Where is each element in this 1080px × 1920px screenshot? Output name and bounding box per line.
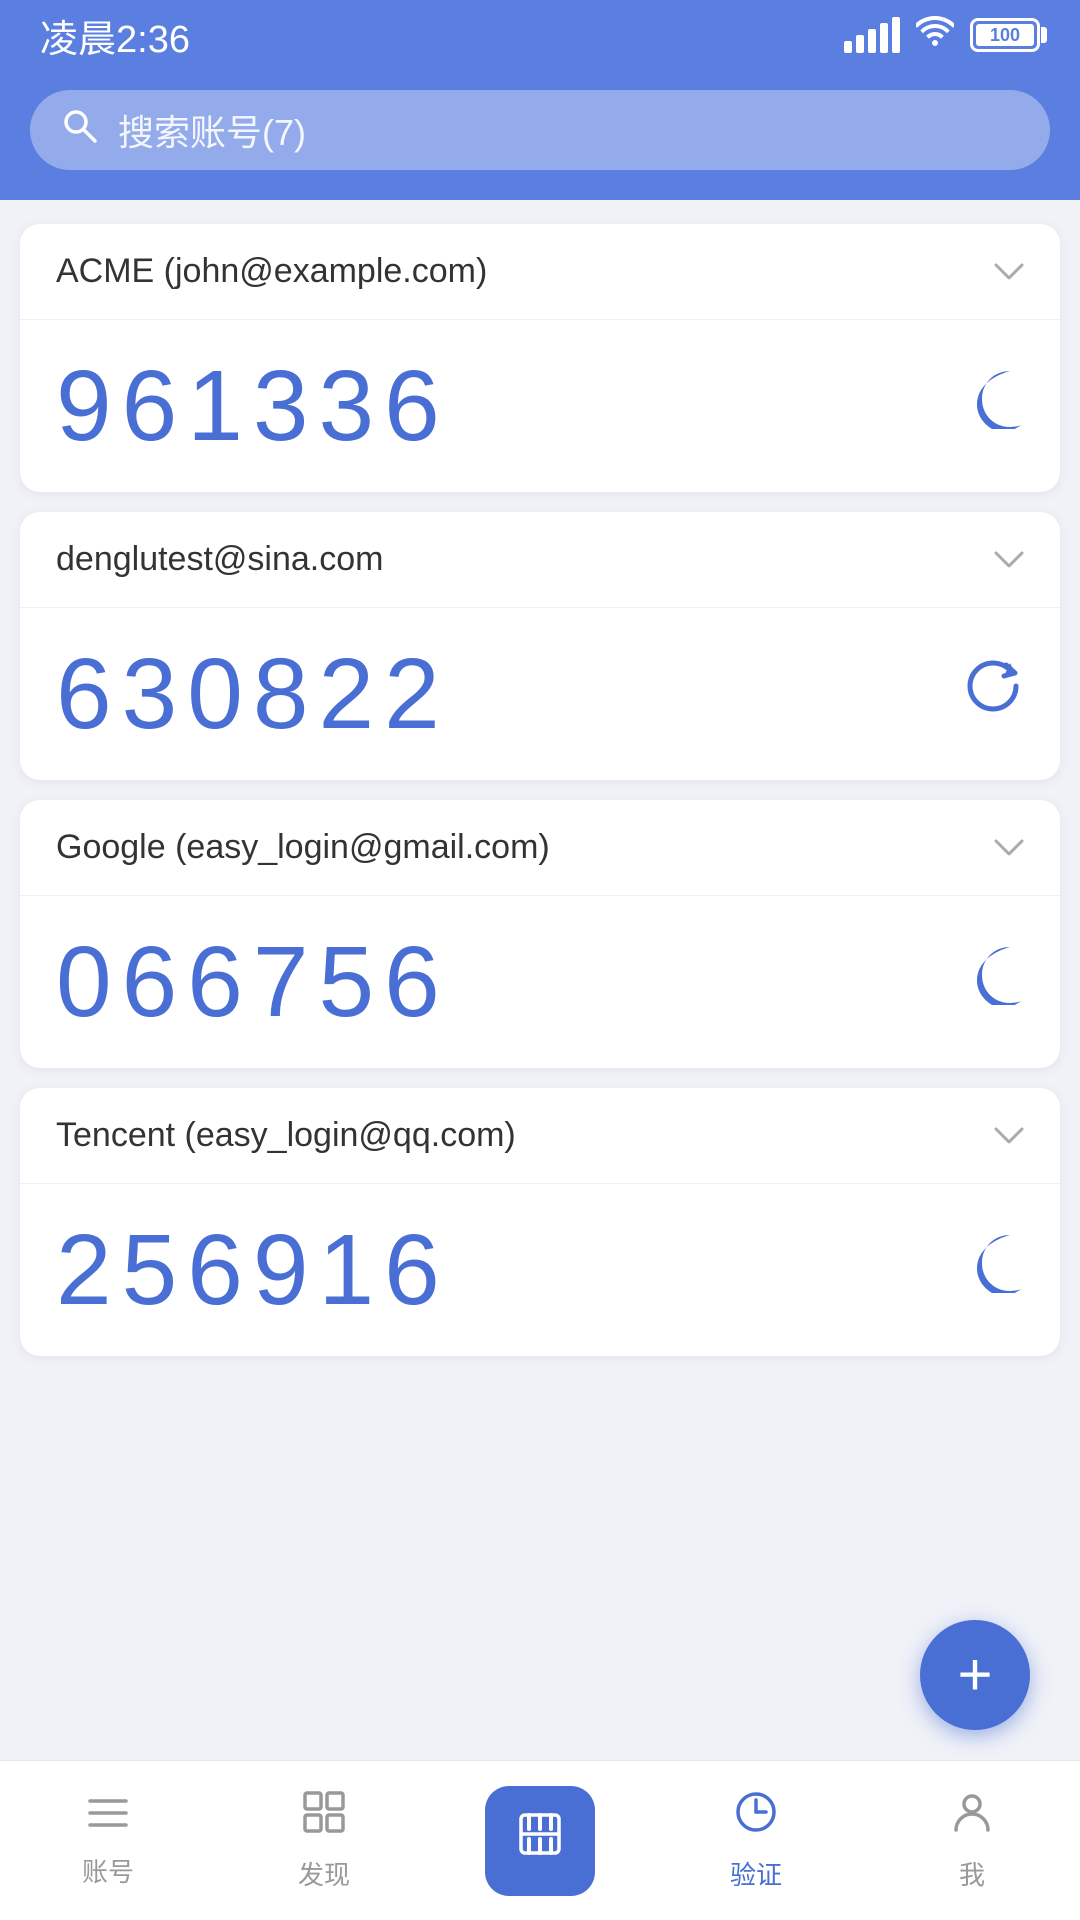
nav-label-me: 我: [959, 1855, 985, 1892]
sidebar-item-accounts[interactable]: 账号: [0, 1761, 216, 1920]
status-bar: 凌晨2:36 100: [0, 0, 1080, 70]
otp-row-google[interactable]: 066756: [20, 896, 1060, 1068]
main-content: ACME (john@example.com) 961336 denglutes…: [0, 200, 1080, 1760]
wifi-icon: [916, 16, 954, 55]
nav-label-discover: 发现: [298, 1855, 350, 1892]
moon-icon-tencent: [972, 1231, 1024, 1309]
account-card-denglutest: denglutest@sina.com 630822: [20, 512, 1060, 780]
account-header-acme[interactable]: ACME (john@example.com): [20, 224, 1060, 320]
search-bar[interactable]: 搜索账号(7): [30, 90, 1050, 170]
search-bar-container: 搜索账号(7): [0, 70, 1080, 200]
sidebar-item-verify[interactable]: 验证: [648, 1761, 864, 1920]
moon-icon-acme: [972, 367, 1024, 445]
otp-code-google: 066756: [56, 932, 450, 1032]
otp-row-acme[interactable]: 961336: [20, 320, 1060, 492]
search-placeholder: 搜索账号(7): [118, 104, 306, 156]
signal-bars-icon: [844, 17, 900, 53]
account-name-google: Google (easy_login@gmail.com): [56, 828, 550, 867]
status-time: 凌晨2:36: [40, 8, 190, 63]
search-icon: [60, 106, 98, 154]
chevron-down-icon-tencent[interactable]: [994, 1119, 1024, 1153]
account-header-denglutest[interactable]: denglutest@sina.com: [20, 512, 1060, 608]
chevron-down-icon-acme[interactable]: [994, 255, 1024, 289]
account-name-denglutest: denglutest@sina.com: [56, 540, 383, 579]
account-card-google: Google (easy_login@gmail.com) 066756: [20, 800, 1060, 1068]
nav-label-verify: 验证: [730, 1855, 782, 1892]
otp-code-acme: 961336: [56, 356, 450, 456]
plus-icon: +: [957, 1645, 992, 1705]
clock-icon: [734, 1790, 778, 1845]
otp-row-denglutest[interactable]: 630822: [20, 608, 1060, 780]
account-name-acme: ACME (john@example.com): [56, 252, 487, 291]
scan-button[interactable]: [485, 1786, 595, 1896]
chevron-down-icon-denglutest[interactable]: [994, 543, 1024, 577]
otp-code-denglutest: 630822: [56, 644, 450, 744]
account-card-tencent: Tencent (easy_login@qq.com) 256916: [20, 1088, 1060, 1356]
menu-icon: [86, 1792, 130, 1842]
refresh-icon-denglutest[interactable]: [962, 655, 1024, 733]
sidebar-item-discover[interactable]: 发现: [216, 1761, 432, 1920]
otp-row-tencent[interactable]: 256916: [20, 1184, 1060, 1356]
account-header-tencent[interactable]: Tencent (easy_login@qq.com): [20, 1088, 1060, 1184]
moon-icon-google: [972, 943, 1024, 1021]
scan-icon: [513, 1807, 567, 1874]
chevron-down-icon-google[interactable]: [994, 831, 1024, 865]
account-header-google[interactable]: Google (easy_login@gmail.com): [20, 800, 1060, 896]
status-icons: 100: [844, 16, 1040, 55]
account-name-tencent: Tencent (easy_login@qq.com): [56, 1116, 516, 1155]
nav-item-scan[interactable]: [432, 1786, 648, 1896]
add-account-fab[interactable]: +: [920, 1620, 1030, 1730]
bottom-nav: 账号 发现: [0, 1760, 1080, 1920]
nav-label-accounts: 账号: [82, 1852, 134, 1889]
otp-code-tencent: 256916: [56, 1220, 450, 1320]
grid-icon: [302, 1790, 346, 1845]
battery-icon: 100: [970, 18, 1040, 52]
account-card-acme: ACME (john@example.com) 961336: [20, 224, 1060, 492]
sidebar-item-me[interactable]: 我: [864, 1761, 1080, 1920]
person-icon: [950, 1790, 994, 1845]
